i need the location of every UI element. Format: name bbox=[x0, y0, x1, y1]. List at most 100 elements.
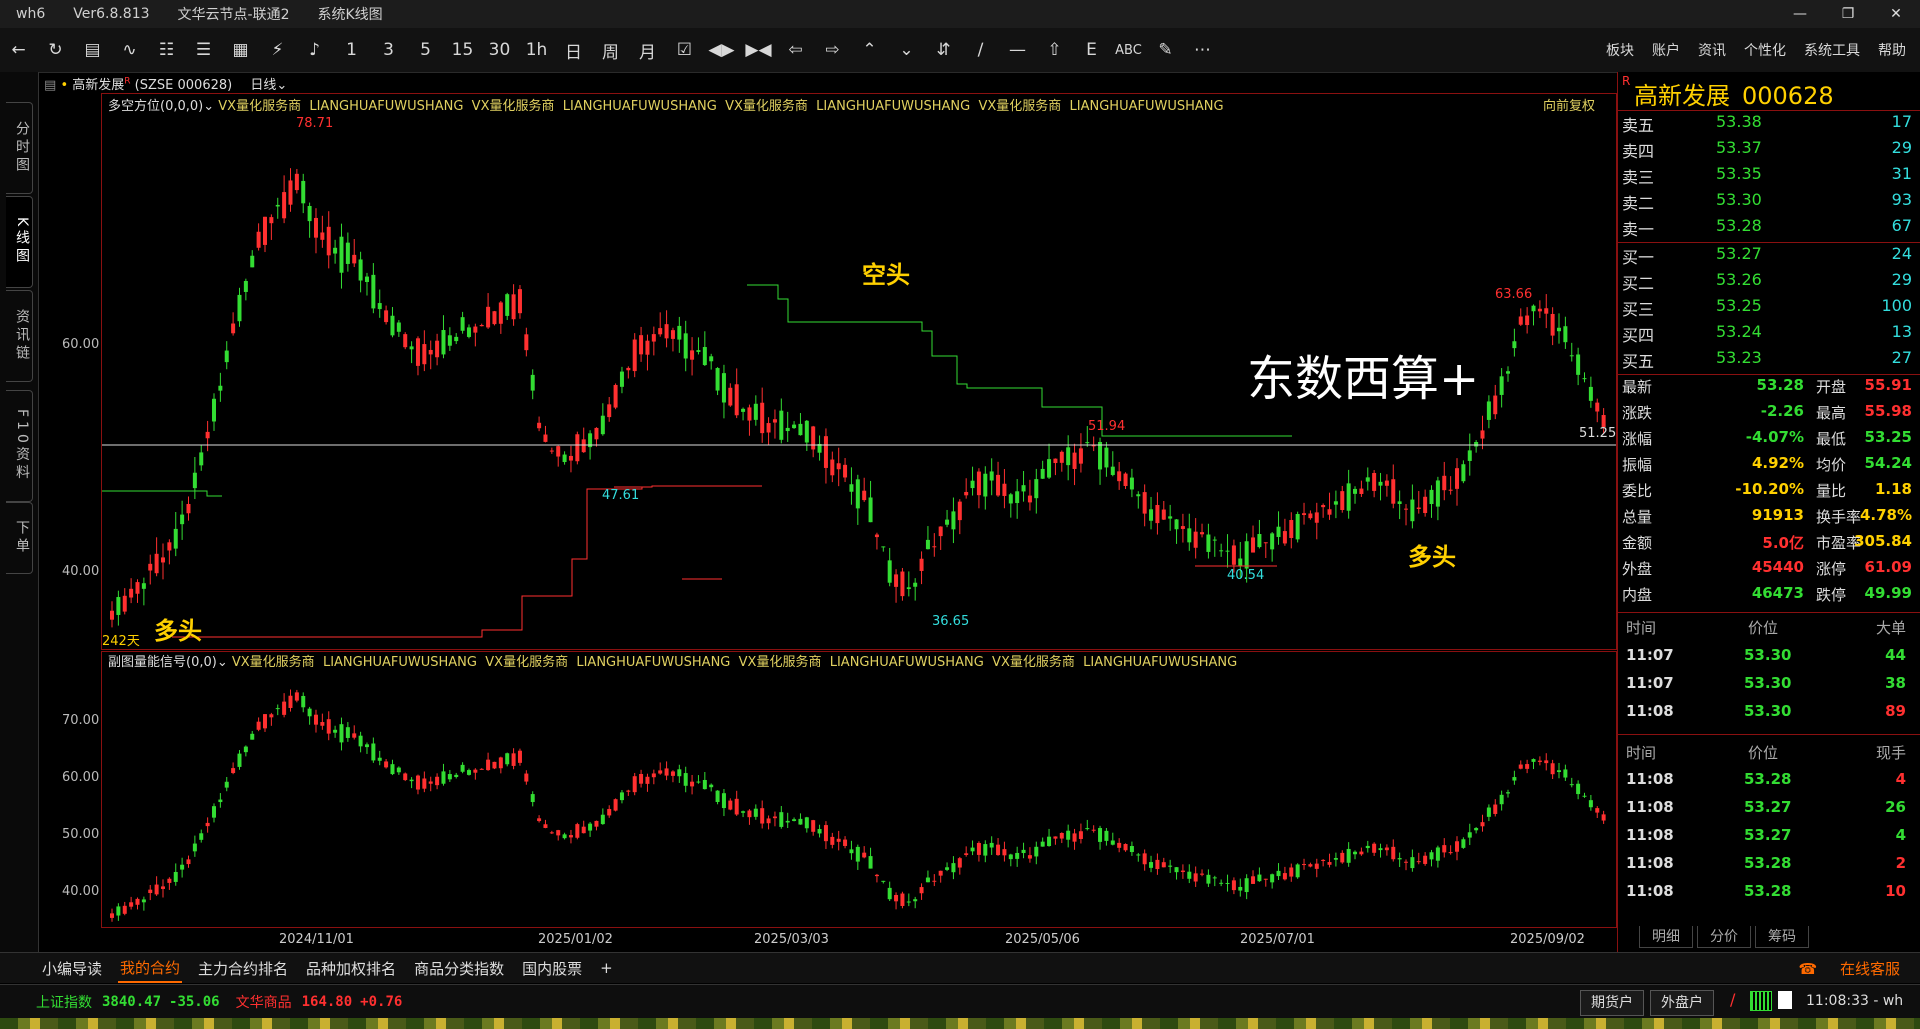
candle-body bbox=[543, 434, 548, 442]
candle-body bbox=[1027, 495, 1032, 503]
chevron-down-icon[interactable]: ⌄ bbox=[217, 655, 228, 670]
period-day[interactable]: 日 bbox=[555, 38, 592, 63]
line-chart-icon[interactable]: ∿ bbox=[111, 40, 148, 60]
big-order-row[interactable]: 11:08 53.30 89 bbox=[1618, 702, 1918, 730]
bid-row[interactable]: 买一 53.27 24 bbox=[1618, 244, 1918, 270]
hline-icon[interactable]: — bbox=[999, 40, 1036, 60]
collapse-icon[interactable]: ▤ bbox=[44, 78, 56, 93]
foreign-account-button[interactable]: 外盘户 bbox=[1650, 990, 1714, 1016]
up-icon[interactable]: ⌃ bbox=[851, 40, 888, 60]
down-icon[interactable]: ⌄ bbox=[888, 40, 925, 60]
menu-news[interactable]: 资讯 bbox=[1698, 40, 1726, 60]
tab-domestic-stocks[interactable]: 国内股票 bbox=[520, 955, 584, 982]
tick-row[interactable]: 11:08 53.27 26 bbox=[1618, 798, 1918, 826]
tab-weighted-rank[interactable]: 品种加权排名 bbox=[304, 955, 398, 982]
period-1h[interactable]: 1h bbox=[518, 40, 555, 60]
flash-icon[interactable]: ⚡ bbox=[259, 40, 296, 60]
tab-timeshare[interactable]: 分时图 bbox=[6, 102, 33, 194]
low-label: 36.65 bbox=[932, 614, 970, 629]
candle-body bbox=[492, 311, 497, 325]
calculator-icon[interactable]: ▦ bbox=[222, 40, 259, 60]
menu-account[interactable]: 账户 bbox=[1652, 40, 1680, 60]
kline-icon[interactable]: ☰ bbox=[185, 40, 222, 60]
candle-body bbox=[243, 746, 248, 753]
futures-account-button[interactable]: 期货户 bbox=[1580, 990, 1644, 1016]
big-order-row[interactable]: 11:07 53.30 44 bbox=[1618, 646, 1918, 674]
period-month[interactable]: 月 bbox=[629, 38, 666, 63]
expand-icon[interactable]: ◀▶ bbox=[703, 40, 740, 60]
candle-body bbox=[1053, 836, 1058, 839]
period-1[interactable]: 1 bbox=[333, 40, 370, 60]
tick-row[interactable]: 11:08 53.28 4 bbox=[1618, 770, 1918, 798]
candle-body bbox=[1257, 874, 1262, 882]
tab-my-contracts[interactable]: 我的合约 bbox=[118, 954, 183, 983]
index2-name[interactable]: 文华商品 bbox=[236, 992, 292, 1012]
ask-row[interactable]: 卖二 53.30 93 bbox=[1618, 190, 1918, 216]
tab-order[interactable]: 下单 bbox=[6, 502, 33, 574]
bid-row[interactable]: 买三 53.25 100 bbox=[1618, 296, 1918, 322]
period-5[interactable]: 5 bbox=[407, 40, 444, 60]
period-week[interactable]: 周 bbox=[592, 38, 629, 63]
ask-row[interactable]: 卖五 53.38 17 bbox=[1618, 112, 1918, 138]
tab-f10[interactable]: F10资料 bbox=[6, 390, 33, 502]
tab-commodity-index[interactable]: 商品分类指数 bbox=[412, 955, 506, 982]
shrink-icon[interactable]: ▶◀ bbox=[740, 40, 777, 60]
bid-row[interactable]: 买五 53.23 27 bbox=[1618, 348, 1918, 374]
list-icon[interactable]: ▤ bbox=[74, 40, 111, 60]
tick-row[interactable]: 11:08 53.28 10 bbox=[1618, 882, 1918, 910]
tab-news-chain[interactable]: 资讯链 bbox=[6, 290, 33, 382]
bell-icon[interactable]: ♪ bbox=[296, 40, 333, 60]
tab-detail[interactable]: 明细 bbox=[1639, 926, 1693, 948]
ask-row[interactable]: 卖四 53.37 29 bbox=[1618, 138, 1918, 164]
candle-body bbox=[919, 558, 924, 571]
period-3[interactable]: 3 bbox=[370, 40, 407, 60]
big-order-row[interactable]: 11:07 53.30 38 bbox=[1618, 674, 1918, 702]
e-icon[interactable]: E bbox=[1073, 40, 1110, 60]
main-indicator-name[interactable]: 多空方位(0,0,0) bbox=[108, 99, 203, 114]
candle-body bbox=[154, 884, 159, 895]
tick-row[interactable]: 11:08 53.27 4 bbox=[1618, 826, 1918, 854]
self-select-icon[interactable]: ☑ bbox=[666, 40, 703, 60]
period-select[interactable]: 日线⌄ bbox=[250, 78, 287, 93]
menu-sector[interactable]: 板块 bbox=[1606, 40, 1634, 60]
period-15[interactable]: 15 bbox=[444, 40, 481, 60]
ask-row[interactable]: 卖一 53.28 67 bbox=[1618, 216, 1918, 242]
menu-personalize[interactable]: 个性化 bbox=[1744, 40, 1786, 60]
online-service-button[interactable]: ☎ 在线客服 bbox=[1781, 955, 1904, 982]
bid-row[interactable]: 买四 53.24 13 bbox=[1618, 322, 1918, 348]
period-30[interactable]: 30 bbox=[481, 40, 518, 60]
right-arrow-icon[interactable]: ⇨ bbox=[814, 40, 851, 60]
add-tab-button[interactable]: + bbox=[598, 956, 615, 980]
sub-chart[interactable] bbox=[101, 651, 1617, 928]
adjust-label[interactable]: 向前复权 bbox=[1543, 95, 1595, 114]
up-arrow-icon[interactable]: ⇧ bbox=[1036, 40, 1073, 60]
pen-icon[interactable]: ✎ bbox=[1147, 40, 1184, 60]
refresh-icon[interactable]: ↻ bbox=[37, 40, 74, 60]
minimize-button[interactable]: — bbox=[1776, 0, 1824, 28]
menu-tools[interactable]: 系统工具 bbox=[1804, 40, 1860, 60]
menu-help[interactable]: 帮助 bbox=[1878, 40, 1906, 60]
abc-icon[interactable]: ABC bbox=[1110, 43, 1147, 58]
chevron-down-icon[interactable]: ⌄ bbox=[203, 99, 214, 114]
tab-main-contract-rank[interactable]: 主力合约排名 bbox=[196, 955, 290, 982]
candle-body bbox=[1161, 509, 1166, 520]
crosshair-icon[interactable]: ⇵ bbox=[925, 40, 962, 60]
draw-line-icon[interactable]: ∕ bbox=[962, 40, 999, 60]
tab-kline[interactable]: K线图 bbox=[6, 196, 33, 288]
index1-name[interactable]: 上证指数 bbox=[36, 992, 92, 1012]
tab-price-dist[interactable]: 分价 bbox=[1697, 926, 1751, 948]
left-arrow-icon[interactable]: ⇦ bbox=[777, 40, 814, 60]
candle-body bbox=[1582, 795, 1587, 797]
close-button[interactable]: ✕ bbox=[1872, 0, 1920, 28]
bar-chart-icon[interactable]: ☷ bbox=[148, 40, 185, 60]
back-icon[interactable]: ← bbox=[0, 40, 37, 60]
tick-row[interactable]: 11:08 53.28 2 bbox=[1618, 854, 1918, 882]
candle-body bbox=[486, 306, 491, 328]
bid-row[interactable]: 买二 53.26 29 bbox=[1618, 270, 1918, 296]
sub-indicator-name[interactable]: 副图量能信号(0,0) bbox=[108, 655, 217, 670]
more-icon[interactable]: ⋯ bbox=[1184, 40, 1221, 60]
tab-chips[interactable]: 筹码 bbox=[1755, 926, 1809, 948]
tab-editor-guide[interactable]: 小编导读 bbox=[40, 955, 104, 982]
restore-button[interactable]: ❐ bbox=[1824, 0, 1872, 28]
ask-row[interactable]: 卖三 53.35 31 bbox=[1618, 164, 1918, 190]
